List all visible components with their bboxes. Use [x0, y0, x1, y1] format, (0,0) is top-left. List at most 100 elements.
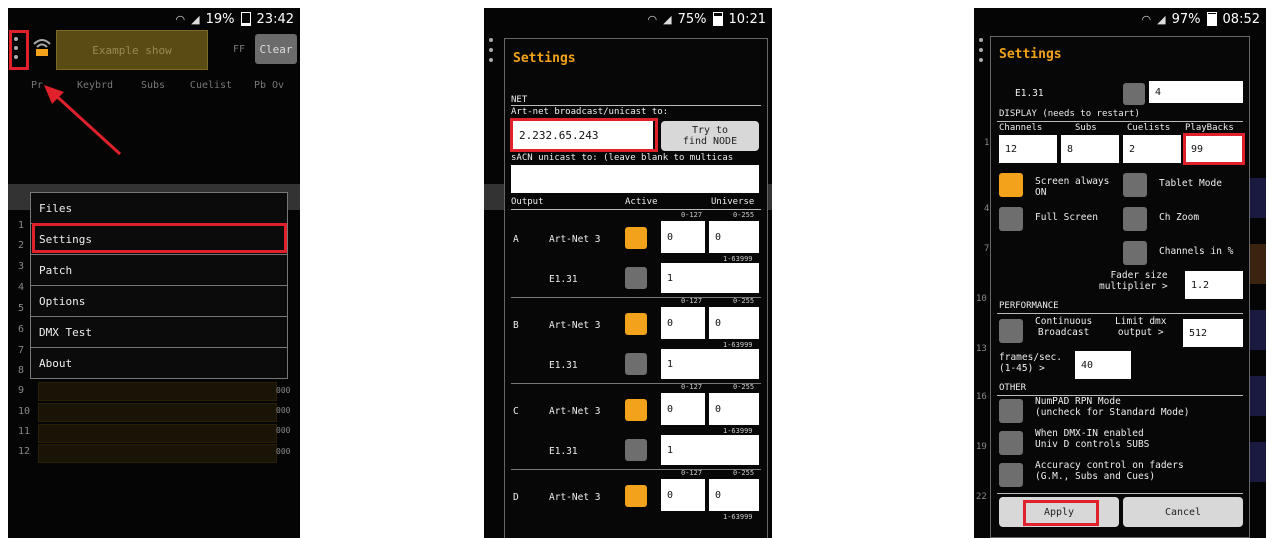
row-number: 4 — [18, 282, 25, 293]
row-number: 5 — [18, 303, 25, 314]
active-checkbox[interactable] — [625, 313, 647, 335]
e131-checkbox[interactable] — [625, 267, 647, 289]
divider — [997, 493, 1243, 494]
active-checkbox[interactable] — [625, 227, 647, 249]
universe-input[interactable]: 0 — [709, 393, 759, 425]
signal-icon: ◢ — [1157, 12, 1166, 26]
fader-size-label: Fader size multiplier > — [1099, 270, 1168, 292]
menu-item-patch[interactable]: Patch — [31, 255, 287, 286]
e131-checkbox[interactable] — [625, 353, 647, 375]
range-label: 0-127 — [681, 211, 703, 219]
fader-row[interactable] — [38, 444, 277, 463]
battery-percent: 97% — [1171, 11, 1201, 27]
active-checkbox[interactable] — [625, 485, 647, 507]
side-number: 10 — [976, 294, 987, 304]
fader-size-input[interactable]: 1.2 — [1185, 271, 1243, 299]
dmx-in-label: When DMX-IN enabled Univ D controls SUBS — [1035, 428, 1150, 450]
highlight-playbacks — [1183, 133, 1245, 165]
tablet-mode-checkbox[interactable] — [1123, 173, 1147, 197]
side-number: 7 — [984, 244, 990, 254]
cuelists-input[interactable]: 2 — [1123, 135, 1181, 163]
numpad-rpn-checkbox[interactable] — [999, 399, 1023, 423]
continuous-broadcast-checkbox[interactable] — [999, 319, 1023, 343]
e131-universe-input[interactable]: 1 — [661, 263, 759, 293]
subnet-input[interactable]: 0 — [661, 479, 705, 511]
cancel-button[interactable]: Cancel — [1123, 497, 1243, 527]
settings-dialog: Settings NET Art-net broadcast/unicast t… — [504, 38, 768, 538]
active-checkbox[interactable] — [625, 399, 647, 421]
channels-input[interactable]: 12 — [999, 135, 1057, 163]
row-number: 10 — [18, 406, 31, 417]
find-node-button[interactable]: Try to find NODE — [661, 121, 759, 151]
e131-label: E1.31 — [549, 274, 578, 285]
battery-percent: 19% — [205, 11, 235, 27]
tab-cuelist[interactable]: Cuelist — [182, 80, 240, 91]
menu-item-dmx-test[interactable]: DMX Test — [31, 317, 287, 348]
wifi-icon: ◠ — [1141, 12, 1152, 26]
settings-dialog: Settings E1.31 4 DISPLAY (needs to resta… — [990, 36, 1250, 538]
sacn-unicast-input[interactable] — [511, 165, 759, 193]
range-label: 0-127 — [681, 469, 703, 477]
side-number: 4 — [984, 204, 990, 214]
row-number: 11 — [18, 426, 31, 437]
e131-universe-input[interactable]: 4 — [1149, 81, 1243, 103]
full-screen-checkbox[interactable] — [999, 207, 1023, 231]
channels-percent-checkbox[interactable] — [1123, 241, 1147, 265]
divider — [997, 121, 1243, 122]
divider — [997, 313, 1243, 314]
range-label: 1-63999 — [723, 513, 753, 521]
ch-zoom-checkbox[interactable] — [1123, 207, 1147, 231]
row-value: 000 — [276, 426, 291, 435]
screen-always-on-checkbox[interactable] — [999, 173, 1023, 197]
menu-item-options[interactable]: Options — [31, 286, 287, 317]
divider — [511, 383, 761, 384]
ch-zoom-label: Ch Zoom — [1159, 212, 1200, 223]
overflow-menu-icon[interactable] — [978, 38, 984, 62]
fps-input[interactable]: 40 — [1075, 351, 1131, 379]
tablet-mode-label: Tablet Mode — [1159, 178, 1222, 189]
highlight-menu-icon — [9, 30, 29, 70]
limit-dmx-input[interactable]: 512 — [1183, 319, 1243, 347]
e131-universe-input[interactable]: 1 — [661, 349, 759, 379]
subnet-input[interactable]: 0 — [661, 393, 705, 425]
subnet-input[interactable]: 0 — [661, 307, 705, 339]
wifi-icon: ◠ — [175, 12, 186, 26]
dialog-title: Settings — [513, 51, 576, 66]
limit-dmx-label: Limit dmx output > — [1115, 316, 1167, 338]
show-name-display[interactable]: Example show — [56, 30, 208, 70]
fader-row[interactable] — [38, 403, 277, 422]
e131-checkbox[interactable] — [625, 439, 647, 461]
clock: 08:52 — [1222, 11, 1260, 27]
dmx-in-checkbox[interactable] — [999, 431, 1023, 455]
tab-playback-overview[interactable]: Pb Ov — [240, 80, 298, 91]
clear-button[interactable]: Clear — [255, 34, 297, 64]
subnet-input[interactable]: 0 — [661, 221, 705, 253]
fader-row[interactable] — [38, 382, 277, 401]
accuracy-control-checkbox[interactable] — [999, 463, 1023, 487]
col-playbacks: PlayBacks — [1185, 123, 1234, 133]
subs-input[interactable]: 8 — [1061, 135, 1119, 163]
universe-input[interactable]: 0 — [709, 221, 759, 253]
range-label: 0-255 — [733, 211, 755, 219]
row-number: 8 — [18, 365, 25, 376]
universe-input[interactable]: 0 — [709, 479, 759, 511]
status-bar: ◠ ◢ 19% 23:42 — [8, 8, 300, 30]
output-protocol: Art-Net 3 — [549, 234, 601, 245]
fader-row[interactable] — [38, 424, 277, 443]
signal-icon: ◢ — [663, 12, 672, 26]
range-label: 0-127 — [681, 297, 703, 305]
side-number: 19 — [976, 442, 987, 452]
menu-item-files[interactable]: Files — [31, 193, 287, 224]
menu-item-about[interactable]: About — [31, 348, 287, 378]
overflow-menu: Files Settings Patch Options DMX Test Ab… — [30, 192, 288, 379]
e131-universe-input[interactable]: 1 — [661, 435, 759, 465]
battery-icon — [1206, 12, 1217, 26]
e131-checkbox[interactable] — [1123, 83, 1145, 105]
tab-subs[interactable]: Subs — [124, 80, 182, 91]
fps-label: frames/sec. (1-45) > — [999, 352, 1062, 374]
range-label: 0-255 — [733, 383, 755, 391]
overflow-menu-icon[interactable] — [488, 38, 494, 62]
universe-input[interactable]: 0 — [709, 307, 759, 339]
col-cuelists: Cuelists — [1127, 123, 1171, 133]
side-number: 16 — [976, 392, 987, 402]
